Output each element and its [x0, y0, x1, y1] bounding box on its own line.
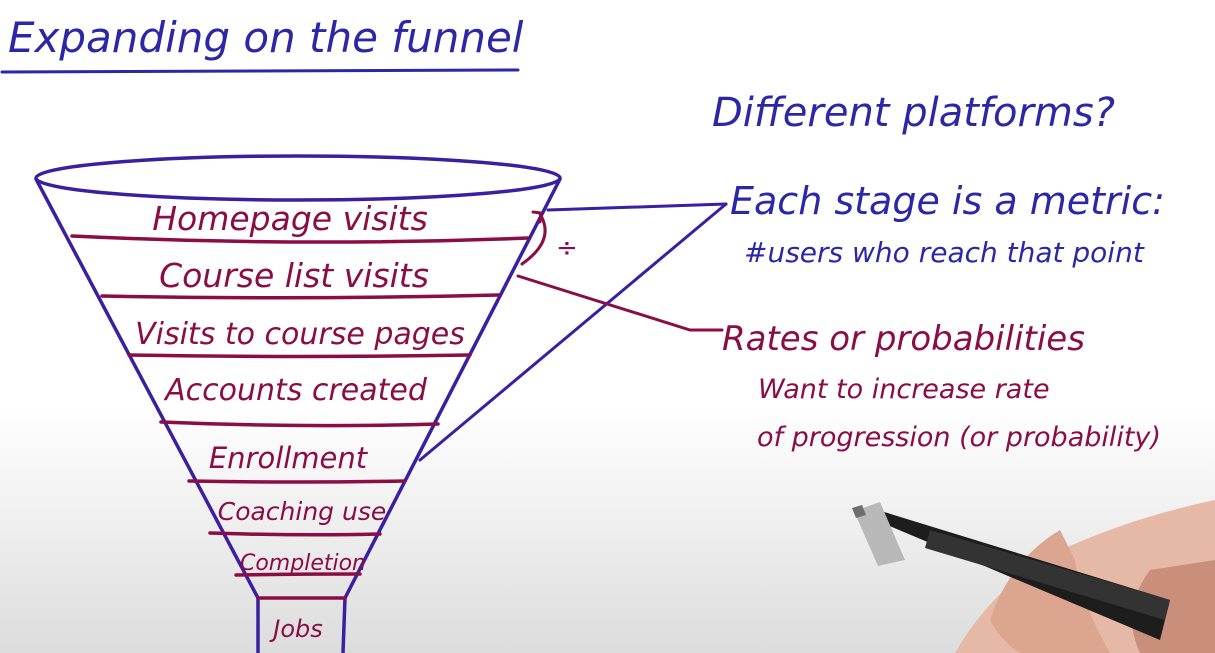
rates-note-detail-line2: of progression (or probability): [757, 422, 1161, 453]
funnel-stage-enrollment: Enrollment: [209, 441, 369, 475]
rates-connector-line: [516, 274, 724, 332]
rates-note-detail-line1: Want to increase rate: [758, 374, 1050, 405]
divide-symbol: ÷: [556, 233, 578, 263]
title-underline: [0, 68, 520, 74]
funnel-stage-jobs: Jobs: [269, 615, 323, 643]
funnel-stage-course-list-visits: Course list visits: [159, 256, 429, 295]
metric-note-detail: #users who reach that point: [744, 236, 1145, 269]
funnel-stage-completion: Completion: [240, 551, 366, 576]
metric-note-heading: Each stage is a metric:: [730, 179, 1165, 223]
funnel-stage-accounts-created: Accounts created: [163, 373, 428, 408]
page-title: Expanding on the funnel: [8, 13, 524, 62]
pen-and-hand-illustration: [852, 500, 1215, 653]
funnel-stage-coaching-use: Coaching use: [218, 497, 387, 526]
question-platforms: Different platforms?: [712, 90, 1115, 136]
funnel-stage-homepage-visits: Homepage visits: [152, 199, 428, 238]
rates-note-heading: Rates or probabilities: [722, 319, 1085, 359]
whiteboard-canvas: Expanding on the funnel Homepage visits …: [0, 13, 1215, 653]
funnel-stage-course-page-visits: Visits to course pages: [135, 317, 465, 352]
